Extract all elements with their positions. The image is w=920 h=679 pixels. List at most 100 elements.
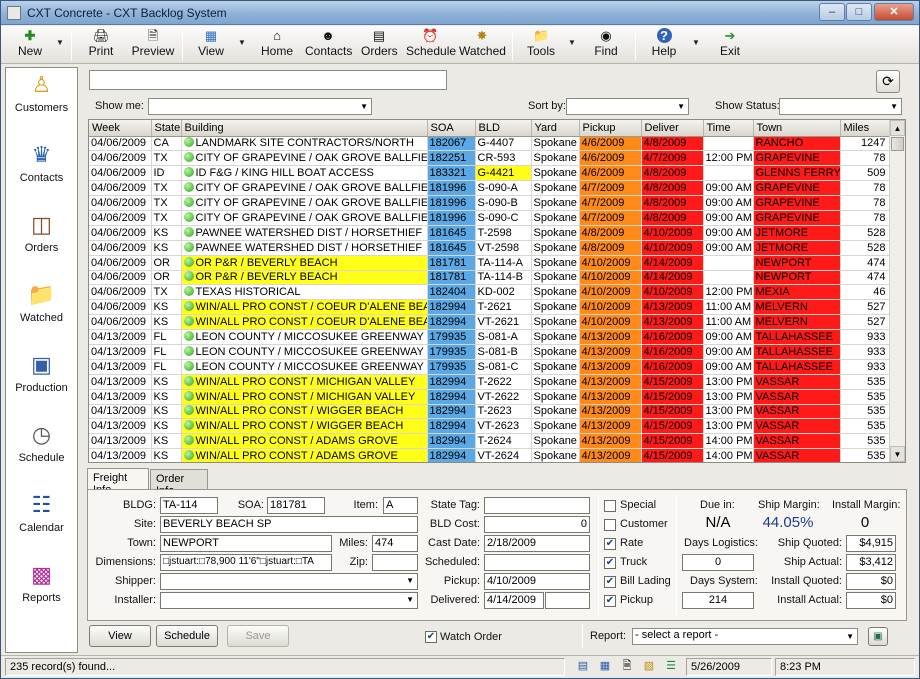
- close-button[interactable]: ✕: [874, 3, 914, 21]
- days-system-field[interactable]: 214: [682, 592, 754, 609]
- nav-production[interactable]: ▣ Production: [6, 348, 77, 410]
- pickup-checkbox[interactable]: ✔: [604, 595, 616, 607]
- schedule-button[interactable]: Schedule: [156, 625, 218, 647]
- delivered-field-2[interactable]: [545, 592, 590, 609]
- table-row[interactable]: 04/06/2009 TX CITY OF GRAPEVINE / OAK GROV…: [89, 180, 890, 197]
- tools-dropdown-arrow[interactable]: ▼: [568, 38, 576, 47]
- special-checkbox[interactable]: [604, 500, 616, 512]
- table-row[interactable]: 04/13/2009 KS WIN/ALL PRO CONST / MICHIGAN…: [89, 389, 890, 405]
- table-row[interactable]: 04/06/2009 OR OR P&R / BEVERLY BEACH 181781…: [89, 255, 890, 271]
- table-row[interactable]: 04/13/2009 FL LEON COUNTY / MICCOSUKEE GRE…: [89, 344, 890, 360]
- note-icon[interactable]: ▧: [642, 659, 656, 673]
- exit-button[interactable]: ➔ Exit: [717, 27, 743, 62]
- scroll-thumb[interactable]: [891, 137, 904, 151]
- table-row[interactable]: 04/13/2009 FL LEON COUNTY / MICCOSUKEE GRE…: [89, 329, 890, 345]
- maximize-button[interactable]: □: [846, 3, 872, 21]
- rate-checkbox[interactable]: ✔: [604, 538, 616, 550]
- table-row[interactable]: 04/06/2009 KS WIN/ALL PRO CONST / COEUR D'…: [89, 299, 890, 316]
- nav-schedule[interactable]: ◷ Schedule: [6, 418, 77, 480]
- site-field[interactable]: BEVERLY BEACH SP: [160, 516, 418, 533]
- orders-button[interactable]: ▤ Orders: [361, 27, 398, 62]
- show-status-select[interactable]: ▼: [779, 98, 902, 115]
- table-row[interactable]: 04/13/2009 KS WIN/ALL PRO CONST / WIGGER B…: [89, 418, 890, 435]
- table-row[interactable]: 04/06/2009 KS PAWNEE WATERSHED DIST / HORS…: [89, 225, 890, 241]
- sort-by-select[interactable]: ▼: [566, 98, 689, 115]
- column-header-deliver[interactable]: Deliver: [641, 120, 704, 137]
- table-row[interactable]: 04/13/2009 KS WIN/ALL PRO CONST / WIGGER B…: [89, 404, 890, 420]
- miles-field[interactable]: 474: [372, 535, 418, 552]
- table-row[interactable]: 04/06/2009 TX TEXAS HISTORICAL 182404 KD-002…: [89, 284, 890, 301]
- item-field[interactable]: A: [383, 497, 418, 514]
- nav-watched[interactable]: 📁 Watched: [6, 278, 77, 340]
- table-row[interactable]: 04/06/2009 KS WIN/ALL PRO CONST / COEUR D'…: [89, 314, 890, 331]
- state-tag-field[interactable]: [484, 497, 590, 514]
- table-row[interactable]: 04/06/2009 OR OR P&R / BEVERLY BEACH 181781…: [89, 270, 890, 286]
- table-row[interactable]: 04/06/2009 TX CITY OF GRAPEVINE / OAK GROV…: [89, 210, 890, 226]
- ship-quoted-field[interactable]: $4,915: [846, 535, 896, 552]
- town-field[interactable]: NEWPORT: [160, 535, 332, 552]
- bill-lading-checkbox[interactable]: ✔: [604, 576, 616, 588]
- view-button[interactable]: View: [89, 625, 151, 647]
- grid-vertical-scrollbar[interactable]: ▲ ▼: [889, 120, 905, 462]
- find-button[interactable]: ◉ Find: [591, 27, 621, 62]
- column-header-town[interactable]: Town: [753, 120, 841, 137]
- table-row[interactable]: 04/06/2009 TX CITY OF GRAPEVINE / OAK GROV…: [89, 195, 890, 211]
- run-report-button[interactable]: ▣: [868, 627, 888, 646]
- watch-order-checkbox[interactable]: ✔: [425, 631, 437, 643]
- install-actual-field[interactable]: $0: [846, 592, 896, 609]
- contacts-button[interactable]: ☻ Contacts: [305, 27, 352, 62]
- watched-button[interactable]: ✸ Watched: [459, 27, 506, 62]
- list-icon[interactable]: ☰: [664, 659, 678, 673]
- truck-checkbox[interactable]: ✔: [604, 557, 616, 569]
- column-header-yard[interactable]: Yard: [531, 120, 580, 137]
- preview-button[interactable]: 🗎 Preview: [131, 27, 175, 62]
- nav-contacts[interactable]: ♛ Contacts: [6, 138, 77, 200]
- nav-orders[interactable]: ◫ Orders: [6, 208, 77, 270]
- save-button[interactable]: Save: [227, 625, 289, 647]
- help-button[interactable]: ? Help: [649, 27, 679, 62]
- table-row[interactable]: 04/06/2009 ID ID F&G / KING HILL BOAT ACCE…: [89, 165, 890, 182]
- dimensions-field[interactable]: □jstuart:□78,900 11'6"□jstuart:□TA: [160, 554, 332, 571]
- document-icon[interactable]: 🗎: [620, 659, 634, 673]
- table-row[interactable]: 04/06/2009 TX CITY OF GRAPEVINE / OAK GROV…: [89, 150, 890, 167]
- table-row[interactable]: 04/13/2009 KS WIN/ALL PRO CONST / ADAMS GR…: [89, 433, 890, 450]
- shipper-select[interactable]: ▼: [160, 573, 418, 590]
- help-dropdown-arrow[interactable]: ▼: [692, 38, 700, 47]
- report-select[interactable]: - select a report - ▼: [632, 628, 858, 645]
- window-icon[interactable]: ▦: [598, 659, 612, 673]
- tools-button[interactable]: 📁 Tools: [525, 27, 557, 62]
- table-row[interactable]: 04/06/2009 KS PAWNEE WATERSHED DIST / HORS…: [89, 240, 890, 256]
- monitor-icon[interactable]: ▤: [576, 659, 590, 673]
- column-header-state[interactable]: State: [151, 120, 182, 137]
- column-header-bld[interactable]: BLD: [475, 120, 532, 137]
- column-header-soa[interactable]: SOA: [427, 120, 476, 137]
- new-dropdown-arrow[interactable]: ▼: [56, 38, 64, 47]
- table-row[interactable]: 04/13/2009 KS WIN/ALL PRO CONST / MICHIGAN…: [89, 374, 890, 390]
- scroll-down-button[interactable]: ▼: [890, 446, 905, 462]
- column-header-time[interactable]: Time: [703, 120, 754, 137]
- days-logistics-field[interactable]: 0: [682, 554, 754, 571]
- scheduled-field[interactable]: [484, 554, 590, 571]
- print-button[interactable]: 🖨 Print: [85, 27, 117, 62]
- tab-freight-info[interactable]: Freight Info: [87, 468, 149, 496]
- view-button[interactable]: ▦ View: [196, 27, 226, 62]
- delivered-field[interactable]: 4/14/2009: [484, 592, 544, 609]
- show-me-select[interactable]: ▼: [148, 98, 372, 115]
- tab-order-info[interactable]: Order Info: [150, 469, 208, 497]
- installer-select[interactable]: ▼: [160, 592, 418, 609]
- nav-customers[interactable]: ♙ Customers: [6, 68, 77, 130]
- table-row[interactable]: 04/13/2009 KS WIN/ALL PRO CONST / ADAMS GR…: [89, 448, 890, 462]
- schedule-button[interactable]: ⏰ Schedule: [406, 27, 456, 62]
- zip-field[interactable]: [372, 554, 418, 571]
- install-quoted-field[interactable]: $0: [846, 573, 896, 590]
- home-button[interactable]: ⌂ Home: [260, 27, 294, 62]
- column-header-building[interactable]: Building: [181, 120, 428, 137]
- table-row[interactable]: 04/13/2009 FL LEON COUNTY / MICCOSUKEE GRE…: [89, 359, 890, 375]
- cast-date-field[interactable]: 2/18/2009: [484, 535, 590, 552]
- nav-calendar[interactable]: ☷ Calendar: [6, 488, 77, 550]
- pickup-field[interactable]: 4/10/2009: [484, 573, 590, 590]
- bldg-field[interactable]: TA-114: [160, 497, 218, 514]
- minimize-button[interactable]: –: [819, 3, 845, 21]
- soa-field[interactable]: 181781: [267, 497, 325, 514]
- new-button[interactable]: ✚ New: [13, 27, 47, 62]
